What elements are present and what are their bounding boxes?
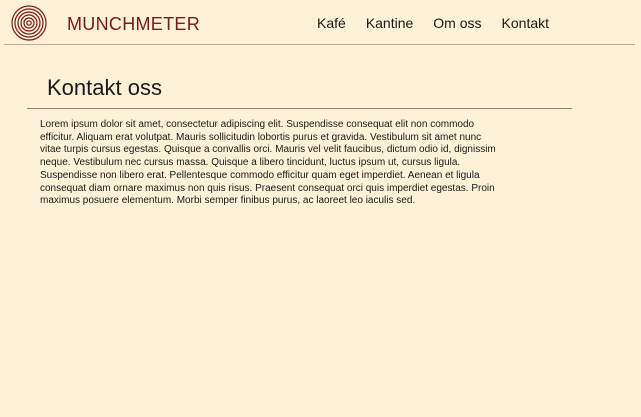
title-divider	[27, 108, 572, 109]
page-title: Kontakt oss	[47, 75, 162, 100]
nav-item-om-oss[interactable]: Om oss	[433, 14, 481, 32]
nav-item-kontakt[interactable]: Kontakt	[502, 14, 549, 32]
concentric-circles-logo-icon[interactable]	[11, 5, 47, 41]
nav-item-kafe[interactable]: Kafé	[317, 14, 346, 32]
brand-name[interactable]: MUNCHMETER	[67, 13, 200, 35]
body-paragraph: Lorem ipsum dolor sit amet, consectetur …	[40, 119, 496, 207]
header-divider	[4, 44, 635, 45]
nav-item-kantine[interactable]: Kantine	[366, 14, 413, 32]
main-nav: Kafé Kantine Om oss Kontakt	[317, 14, 549, 32]
site-header: MUNCHMETER Kafé Kantine Om oss Kontakt	[0, 0, 641, 45]
